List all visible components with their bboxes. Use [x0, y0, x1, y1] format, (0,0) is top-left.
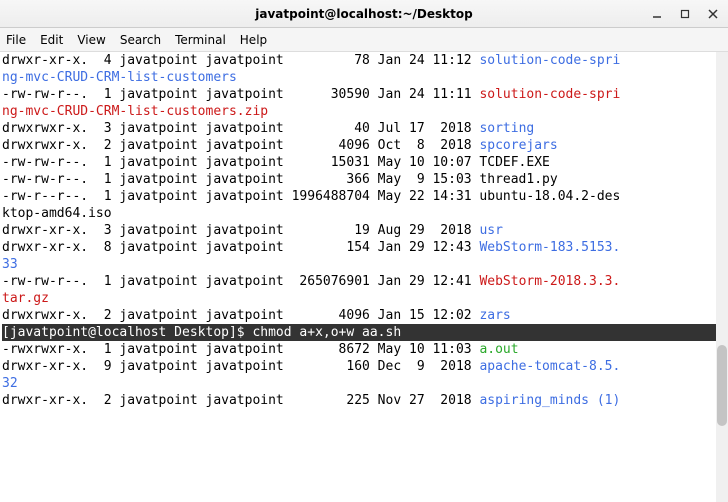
file-meta: drwxrwxr-x. 2 javatpoint javatpoint 4096…	[2, 138, 479, 153]
ls-line: drwxr-xr-x. 4 javatpoint javatpoint 78 J…	[2, 53, 620, 68]
file-meta: drwxr-xr-x. 9 javatpoint javatpoint 160 …	[2, 359, 479, 374]
ls-line: drwxr-xr-x. 9 javatpoint javatpoint 160 …	[2, 359, 620, 374]
menu-view[interactable]: View	[77, 33, 105, 47]
ls-line: drwxrwxr-x. 2 javatpoint javatpoint 4096…	[2, 308, 511, 323]
file-meta: -rw-rw-r--. 1 javatpoint javatpoint 2650…	[2, 274, 479, 289]
file-meta: drwxr-xr-x. 4 javatpoint javatpoint 78 J…	[2, 53, 479, 68]
archive-name: WebStorm-2018.3.3.	[479, 274, 620, 289]
ls-line: drwxr-xr-x. 3 javatpoint javatpoint 19 A…	[2, 223, 503, 238]
ls-line: -rwxrwxr-x. 1 javatpoint javatpoint 8672…	[2, 342, 519, 357]
menu-file[interactable]: File	[6, 33, 26, 47]
scrollbar-thumb[interactable]	[717, 345, 727, 426]
menu-bar: File Edit View Search Terminal Help	[0, 28, 728, 52]
terminal-output[interactable]: drwxr-xr-x. 4 javatpoint javatpoint 78 J…	[0, 52, 728, 502]
archive-name-wrap: tar.gz	[2, 291, 49, 306]
dir-name: usr	[479, 223, 502, 238]
dir-name-wrap: 33	[2, 257, 18, 272]
file-meta: drwxr-xr-x. 2 javatpoint javatpoint 225 …	[2, 393, 479, 408]
ls-line: drwxrwxr-x. 3 javatpoint javatpoint 40 J…	[2, 121, 534, 136]
maximize-icon	[680, 9, 690, 19]
ls-line: drwxr-xr-x. 2 javatpoint javatpoint 225 …	[2, 393, 620, 408]
file-meta: drwxr-xr-x. 3 javatpoint javatpoint 19 A…	[2, 223, 479, 238]
window-titlebar: javatpoint@localhost:~/Desktop	[0, 0, 728, 28]
dir-name: zars	[479, 308, 510, 323]
ls-line: drwxrwxr-x. 2 javatpoint javatpoint 4096…	[2, 138, 558, 153]
menu-help[interactable]: Help	[240, 33, 267, 47]
menu-search[interactable]: Search	[120, 33, 161, 47]
dir-name: solution-code-spri	[479, 53, 620, 68]
minimize-icon	[652, 9, 662, 19]
ls-line: -rw-rw-r--. 1 javatpoint javatpoint 366 …	[2, 172, 558, 187]
dir-name: spcorejars	[479, 138, 557, 153]
scrollbar[interactable]	[716, 52, 728, 502]
exec-name: a.out	[479, 342, 518, 357]
close-icon	[708, 9, 718, 19]
dir-name: WebStorm-183.5153.	[479, 240, 620, 255]
file-meta: drwxr-xr-x. 8 javatpoint javatpoint 154 …	[2, 240, 479, 255]
chmod-command: [javatpoint@localhost Desktop]$ chmod a+…	[2, 325, 401, 340]
file-meta: -rwxrwxr-x. 1 javatpoint javatpoint 8672…	[2, 342, 479, 357]
menu-edit[interactable]: Edit	[40, 33, 63, 47]
window-title: javatpoint@localhost:~/Desktop	[255, 7, 472, 21]
maximize-button[interactable]	[676, 5, 694, 23]
file-meta: drwxrwxr-x. 3 javatpoint javatpoint 40 J…	[2, 121, 479, 136]
dir-name: sorting	[479, 121, 534, 136]
window-controls	[648, 5, 722, 23]
ls-line: -rw-rw-r--. 1 javatpoint javatpoint 1503…	[2, 155, 550, 170]
dir-name: apache-tomcat-8.5.	[479, 359, 620, 374]
close-button[interactable]	[704, 5, 722, 23]
minimize-button[interactable]	[648, 5, 666, 23]
command-line: [javatpoint@localhost Desktop]$ chmod a+…	[2, 324, 728, 341]
ls-line: -rw-rw-r--. 1 javatpoint javatpoint 2650…	[2, 274, 620, 289]
menu-terminal[interactable]: Terminal	[175, 33, 226, 47]
dir-name-wrap: ng-mvc-CRUD-CRM-list-customers	[2, 70, 237, 85]
dir-name: aspiring_minds (1)	[479, 393, 620, 408]
archive-name-wrap: ng-mvc-CRUD-CRM-list-customers.zip	[2, 104, 268, 119]
ls-line: drwxr-xr-x. 8 javatpoint javatpoint 154 …	[2, 240, 620, 255]
file-meta: drwxrwxr-x. 2 javatpoint javatpoint 4096…	[2, 308, 479, 323]
ls-line: -rw-rw-r--. 1 javatpoint javatpoint 3059…	[2, 87, 620, 102]
file-meta: -rw-rw-r--. 1 javatpoint javatpoint 3059…	[2, 87, 479, 102]
dir-name-wrap: 32	[2, 376, 18, 391]
ls-line: -rw-r--r--. 1 javatpoint javatpoint 1996…	[2, 189, 620, 204]
archive-name: solution-code-spri	[479, 87, 620, 102]
ls-line-wrap: ktop-amd64.iso	[2, 206, 112, 221]
